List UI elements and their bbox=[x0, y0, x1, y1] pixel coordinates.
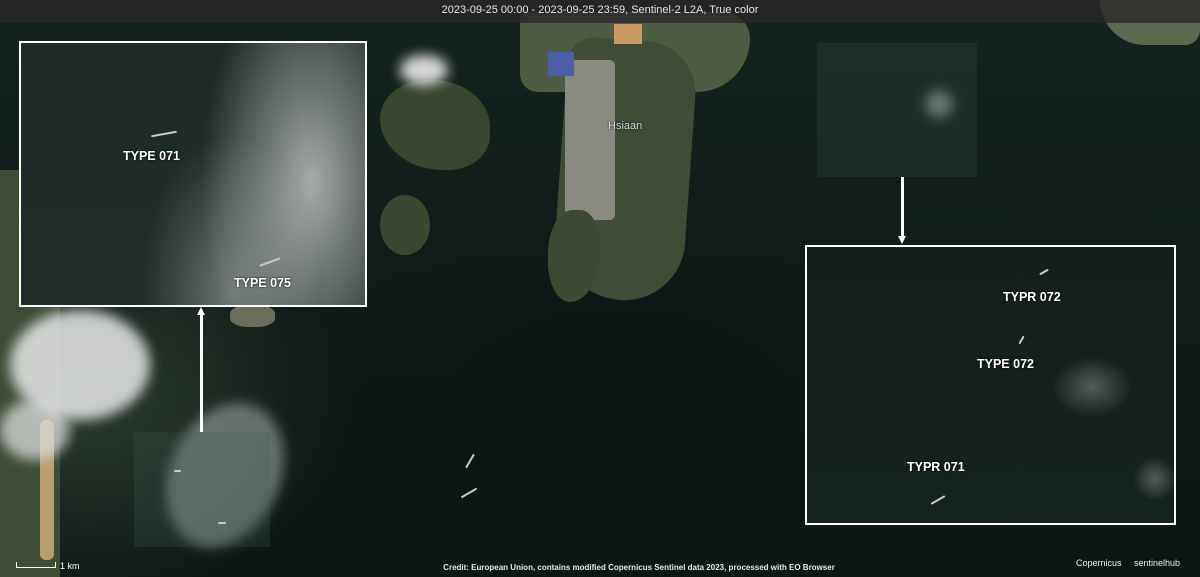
ship-type-071-b bbox=[930, 495, 946, 505]
satellite-image: TYPE 071 TYPE 075 TYPR 072 TYPE 072 TYPR… bbox=[0, 0, 1200, 577]
ship-type-071 bbox=[151, 130, 177, 138]
inset-right: TYPR 072 TYPE 072 TYPR 071 bbox=[805, 245, 1176, 525]
ship bbox=[465, 453, 475, 469]
industrial-area bbox=[565, 60, 615, 220]
source-box-right bbox=[817, 43, 977, 177]
ship-type-075 bbox=[259, 257, 281, 267]
label-typr-071: TYPR 071 bbox=[907, 460, 965, 474]
ship-type-072-a bbox=[1039, 268, 1049, 276]
arrow-left-shaft bbox=[200, 314, 203, 432]
arrow-down-icon bbox=[898, 236, 906, 244]
solar-field bbox=[548, 52, 574, 76]
island-west-3 bbox=[230, 305, 275, 327]
ship-type-072-b bbox=[1018, 335, 1025, 345]
ship bbox=[174, 470, 181, 472]
label-type-072: TYPE 072 bbox=[977, 357, 1034, 371]
sentinelhub-logo: sentinelhub bbox=[1134, 558, 1181, 568]
credit-text: Credit: European Union, contains modifie… bbox=[443, 563, 835, 572]
sand-patch bbox=[614, 24, 642, 44]
ship bbox=[218, 522, 226, 524]
label-type-075: TYPE 075 bbox=[234, 276, 291, 290]
ship bbox=[460, 487, 478, 499]
copernicus-logo: Copernicus bbox=[1076, 558, 1122, 568]
inset-left: TYPE 071 TYPE 075 bbox=[19, 41, 367, 307]
label-type-071: TYPE 071 bbox=[123, 149, 180, 163]
place-label: Hsiaan bbox=[608, 120, 643, 132]
island-west-1 bbox=[380, 80, 490, 170]
arrow-right-shaft bbox=[901, 177, 904, 237]
label-typr-072: TYPR 072 bbox=[1003, 290, 1061, 304]
header-title: 2023-09-25 00:00 - 2023-09-25 23:59, Sen… bbox=[441, 4, 759, 16]
source-box-left bbox=[134, 432, 270, 547]
cloud-top bbox=[400, 55, 448, 85]
arrow-up-icon bbox=[197, 307, 205, 315]
cloud-west-2 bbox=[0, 400, 70, 460]
header-bar: 2023-09-25 00:00 - 2023-09-25 23:59, Sen… bbox=[0, 0, 1200, 23]
island-west-2 bbox=[380, 195, 430, 255]
